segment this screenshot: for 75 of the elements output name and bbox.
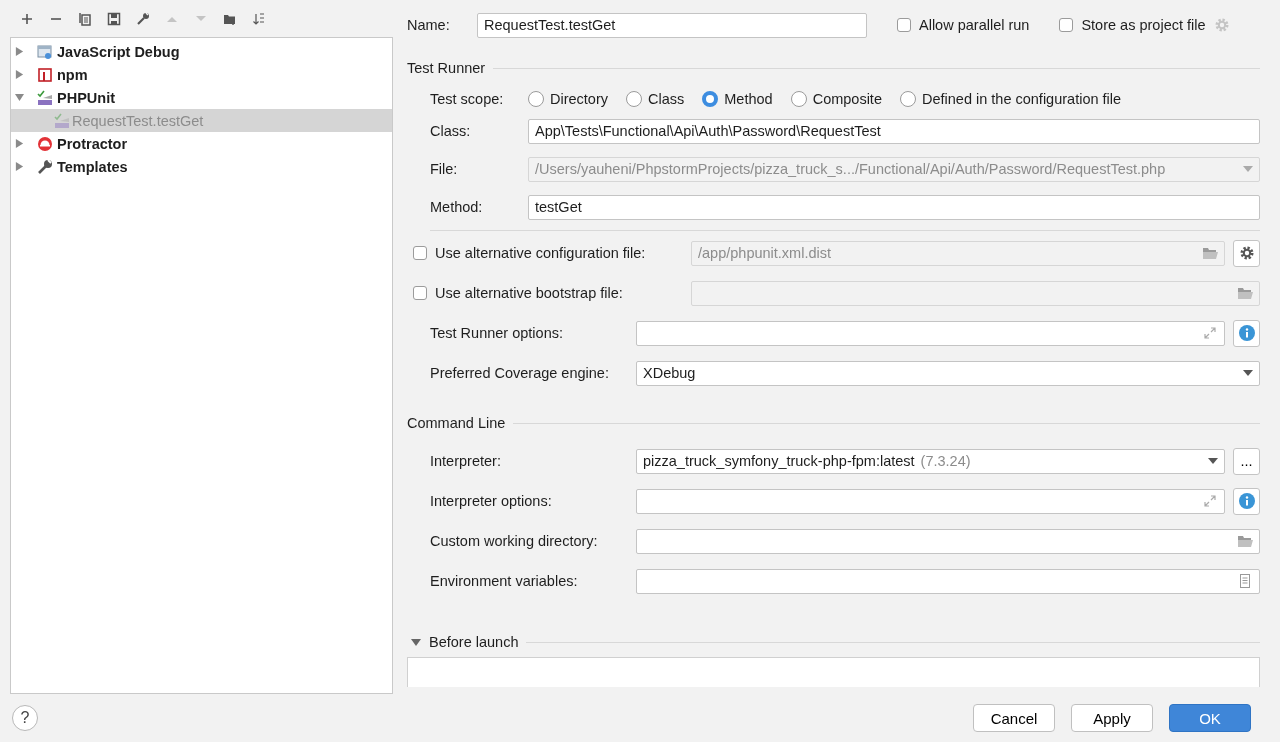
- checkbox[interactable]: [1059, 18, 1074, 32]
- checkbox-label: Use alternative bootstrap file:: [435, 285, 623, 301]
- debug-window-icon: [37, 43, 53, 60]
- npm-square-icon: [37, 66, 53, 83]
- radio-button[interactable]: [626, 91, 642, 107]
- input-field[interactable]: [636, 488, 1225, 514]
- section-title: Test Runner: [407, 60, 486, 76]
- version-text: (7.3.24): [920, 453, 971, 469]
- info-button[interactable]: [1233, 487, 1260, 515]
- browse-button[interactable]: ...: [1233, 447, 1260, 475]
- name-field[interactable]: RequestTest.testGet: [477, 12, 867, 38]
- section-title: Command Line: [407, 415, 506, 431]
- settings-icon[interactable]: [1213, 17, 1230, 33]
- field-label: File:: [430, 161, 459, 177]
- input-field[interactable]: [636, 568, 1260, 594]
- checkbox-label: Allow parallel run: [919, 17, 1030, 33]
- input-field[interactable]: App\Tests\Functional\Api\Auth\Password\RequestTest: [528, 118, 1260, 144]
- gear-icon: [1238, 245, 1255, 261]
- tree-item[interactable]: Protractor: [11, 132, 392, 155]
- interpreter-name: pizza_truck_symfony_truck-php-fpm:latest: [643, 453, 915, 469]
- dialog-button[interactable]: Apply: [1071, 704, 1153, 732]
- input-field[interactable]: [636, 528, 1260, 554]
- checkbox[interactable]: [897, 18, 911, 32]
- ok-button[interactable]: OK: [1169, 704, 1251, 732]
- expand-arrow-icon[interactable]: [15, 70, 24, 79]
- phpunit-icon: [37, 89, 53, 106]
- info-icon: [1238, 325, 1255, 341]
- field-label: Preferred Coverage engine:: [430, 365, 610, 381]
- field-label: Custom working directory:: [430, 533, 599, 549]
- tree-item[interactable]: JavaScript Debug: [11, 40, 392, 63]
- help-button[interactable]: ?: [12, 705, 38, 731]
- checkbox-label: Use alternative configuration file:: [435, 245, 646, 261]
- radio-label: Defined in the configuration file: [921, 91, 1122, 107]
- collapse-arrow-icon[interactable]: [15, 93, 24, 102]
- dropdown-field[interactable]: XDebug: [636, 360, 1260, 386]
- radio-label: Method: [724, 91, 773, 107]
- tree-item[interactable]: PHPUnit: [11, 86, 392, 109]
- dialog-button[interactable]: Cancel: [973, 704, 1055, 732]
- input-field[interactable]: testGet: [528, 194, 1260, 220]
- expand-icon[interactable]: [1202, 326, 1218, 340]
- section-title: Before launch: [429, 634, 519, 650]
- collapse-arrow-icon[interactable]: [411, 638, 421, 646]
- radio-button[interactable]: [790, 91, 807, 107]
- radio-label: Composite: [812, 91, 882, 107]
- tree-item[interactable]: Templates: [11, 155, 392, 178]
- input-field[interactable]: [636, 320, 1225, 346]
- tree-item[interactable]: npm: [11, 63, 392, 86]
- field-label: Method:: [430, 199, 484, 215]
- field-label: Interpreter:: [430, 453, 502, 469]
- field-label: Interpreter options:: [430, 493, 553, 509]
- folder-icon[interactable]: [1237, 534, 1253, 548]
- expand-arrow-icon[interactable]: [15, 47, 24, 56]
- checkbox-label: Store as project file: [1081, 17, 1206, 33]
- wrench-icon: [37, 158, 53, 175]
- radio-label: Class: [648, 91, 685, 107]
- expand-arrow-icon[interactable]: [15, 139, 24, 148]
- phpunit-icon: [54, 112, 70, 129]
- info-icon: [1238, 493, 1255, 509]
- document-icon[interactable]: [1237, 574, 1253, 588]
- field-label: Test scope:: [430, 91, 505, 107]
- dropdown-field[interactable]: pizza_truck_symfony_truck-php-fpm:latest (7.3.24): [636, 448, 1225, 474]
- dropdown-arrow-icon[interactable]: [1208, 458, 1218, 464]
- name-label: Name:: [407, 17, 451, 33]
- field-label: Environment variables:: [430, 573, 579, 589]
- radio-button[interactable]: [899, 91, 916, 107]
- expand-icon[interactable]: [1202, 494, 1218, 508]
- field-label: Test Runner options:: [430, 325, 564, 341]
- expand-arrow-icon[interactable]: [15, 162, 24, 171]
- protractor-icon: [37, 135, 53, 152]
- field-label: Class:: [430, 123, 472, 139]
- radio-button[interactable]: [528, 91, 544, 107]
- radio-label: Directory: [550, 91, 608, 107]
- radio-button[interactable]: [702, 91, 719, 107]
- dropdown-arrow-icon[interactable]: [1243, 370, 1253, 376]
- info-button[interactable]: [1233, 319, 1260, 347]
